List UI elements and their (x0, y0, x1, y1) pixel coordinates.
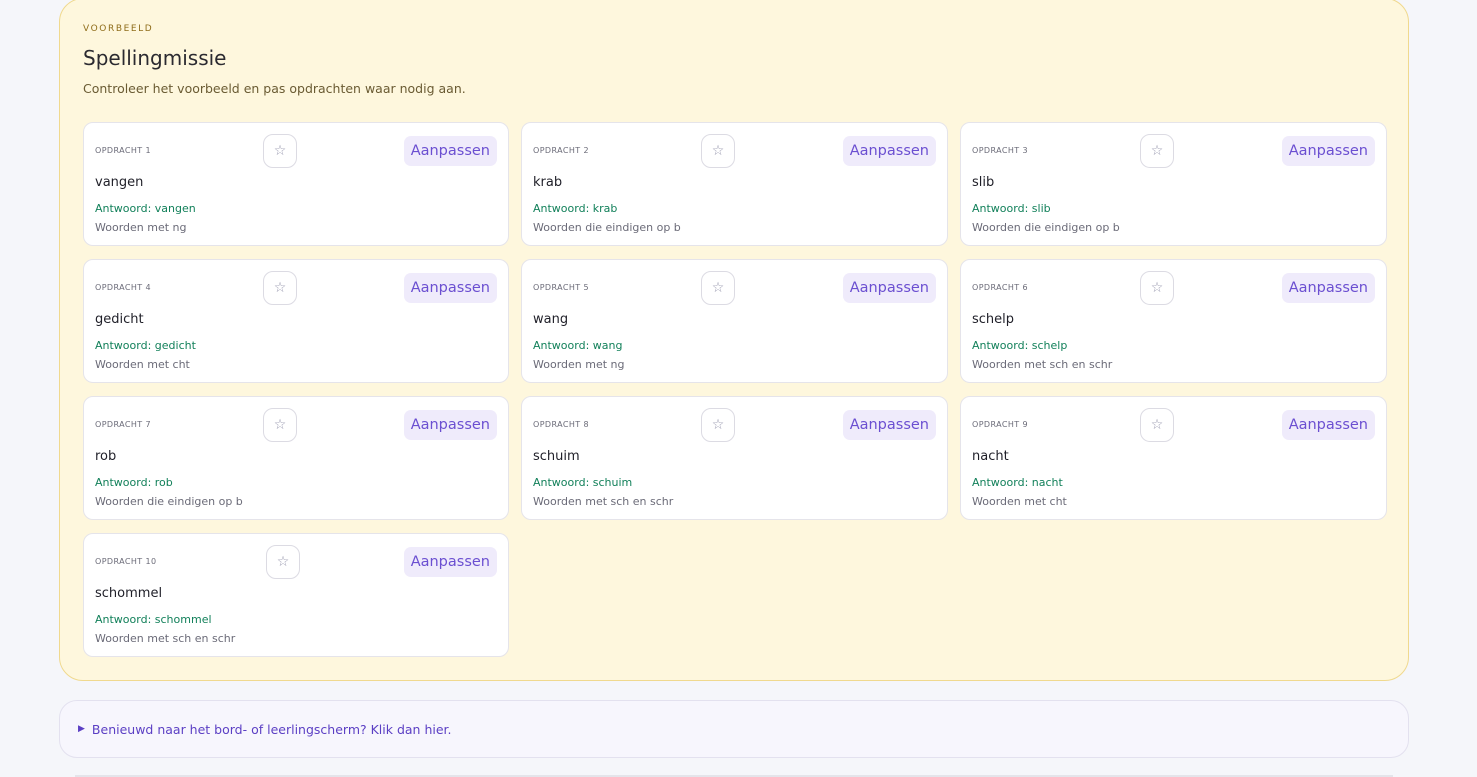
task-answer: Antwoord: vangen (95, 202, 196, 215)
favorite-button[interactable]: ☆ (266, 545, 300, 579)
task-category: Woorden die eindigen op b (533, 221, 681, 234)
favorite-button[interactable]: ☆ (263, 271, 297, 305)
task-card: OPDRACHT 4 ☆ Aanpassen gedicht Antwoord: ged… (83, 259, 509, 383)
star-icon: ☆ (276, 554, 290, 570)
favorite-button[interactable]: ☆ (263, 134, 297, 168)
task-number: OPDRACHT 10 (95, 557, 157, 566)
star-icon: ☆ (1150, 417, 1164, 433)
task-category: Woorden met cht (95, 358, 190, 371)
page-subtitle: Controleer het voorbeeld en pas opdracht… (83, 81, 466, 96)
star-icon: ☆ (711, 143, 725, 159)
task-category: Woorden met sch en schr (533, 495, 674, 508)
favorite-button[interactable]: ☆ (1140, 408, 1174, 442)
star-icon: ☆ (711, 280, 725, 296)
task-answer: Antwoord: gedicht (95, 339, 196, 352)
favorite-button[interactable]: ☆ (701, 408, 735, 442)
task-card: OPDRACHT 5 ☆ Aanpassen wang Antwoord: wang Wo… (521, 259, 948, 383)
task-number: OPDRACHT 1 (95, 146, 151, 155)
page-title: Spellingmissie (83, 46, 227, 70)
star-icon: ☆ (711, 417, 725, 433)
edit-button[interactable]: Aanpassen (842, 136, 936, 166)
favorite-button[interactable]: ☆ (701, 271, 735, 305)
task-category: Woorden met cht (972, 495, 1067, 508)
edit-button[interactable]: Aanpassen (1281, 273, 1375, 303)
star-icon: ☆ (273, 280, 287, 296)
edit-button[interactable]: Aanpassen (403, 547, 497, 577)
task-word: slib (972, 175, 995, 190)
edit-button[interactable]: Aanpassen (842, 273, 936, 303)
task-card: OPDRACHT 3 ☆ Aanpassen slib Antwoord: slib Wo… (960, 122, 1387, 246)
task-word: gedicht (95, 312, 144, 327)
task-card-grid: OPDRACHT 1 ☆ Aanpassen vangen Antwoord: vang… (83, 122, 1387, 657)
task-card: OPDRACHT 10 ☆ Aanpassen schommel Antwoord: s… (83, 533, 509, 657)
task-word: krab (533, 175, 563, 190)
task-word: schuim (533, 449, 580, 464)
task-word: rob (95, 449, 117, 464)
task-word: vangen (95, 175, 144, 190)
edit-button[interactable]: Aanpassen (1281, 136, 1375, 166)
task-number: OPDRACHT 2 (533, 146, 589, 155)
task-card: OPDRACHT 6 ☆ Aanpassen schelp Antwoord: sche… (960, 259, 1387, 383)
task-answer: Antwoord: krab (533, 202, 618, 215)
task-word: schommel (95, 586, 163, 601)
task-category: Woorden met ng (95, 221, 187, 234)
task-word: wang (533, 312, 569, 327)
task-category: Woorden die eindigen op b (972, 221, 1120, 234)
preview-eyebrow: VOORBEELD (83, 24, 154, 34)
task-card: OPDRACHT 2 ☆ Aanpassen krab Antwoord: krab Wo… (521, 122, 948, 246)
favorite-button[interactable]: ☆ (263, 408, 297, 442)
task-answer: Antwoord: slib (972, 202, 1051, 215)
task-card: OPDRACHT 9 ☆ Aanpassen nacht Antwoord: nacht… (960, 396, 1387, 520)
favorite-button[interactable]: ☆ (1140, 271, 1174, 305)
task-answer: Antwoord: nacht (972, 476, 1063, 489)
task-category: Woorden die eindigen op b (95, 495, 243, 508)
star-icon: ☆ (273, 143, 287, 159)
favorite-button[interactable]: ☆ (1140, 134, 1174, 168)
task-number: OPDRACHT 5 (533, 283, 589, 292)
task-number: OPDRACHT 8 (533, 420, 589, 429)
favorite-button[interactable]: ☆ (701, 134, 735, 168)
task-category: Woorden met sch en schr (95, 632, 236, 645)
caret-right-icon: ▶ (78, 724, 85, 734)
details-toggle-label: Benieuwd naar het bord- of leerlingscher… (91, 721, 452, 737)
edit-button[interactable]: Aanpassen (403, 273, 497, 303)
task-card: OPDRACHT 7 ☆ Aanpassen rob Antwoord: rob Woor… (83, 396, 509, 520)
task-answer: Antwoord: schommel (95, 613, 212, 626)
task-number: OPDRACHT 4 (95, 283, 151, 292)
preview-panel: VOORBEELD Spellingmissie Controleer het … (59, 0, 1409, 681)
task-word: nacht (972, 449, 1009, 464)
edit-button[interactable]: Aanpassen (403, 136, 497, 166)
task-card: OPDRACHT 1 ☆ Aanpassen vangen Antwoord: vang… (83, 122, 509, 246)
edit-button[interactable]: Aanpassen (842, 410, 936, 440)
edit-button[interactable]: Aanpassen (1281, 410, 1375, 440)
task-answer: Antwoord: wang (533, 339, 623, 352)
task-card: OPDRACHT 8 ☆ Aanpassen schuim Antwoord: schu… (521, 396, 948, 520)
task-category: Woorden met ng (533, 358, 625, 371)
task-answer: Antwoord: rob (95, 476, 173, 489)
star-icon: ☆ (1150, 280, 1164, 296)
task-number: OPDRACHT 7 (95, 420, 151, 429)
star-icon: ☆ (1150, 143, 1164, 159)
task-answer: Antwoord: schelp (972, 339, 1068, 352)
task-number: OPDRACHT 9 (972, 420, 1028, 429)
task-word: schelp (972, 312, 1015, 327)
edit-button[interactable]: Aanpassen (403, 410, 497, 440)
star-icon: ☆ (273, 417, 287, 433)
task-number: OPDRACHT 3 (972, 146, 1028, 155)
task-answer: Antwoord: schuim (533, 476, 633, 489)
task-number: OPDRACHT 6 (972, 283, 1028, 292)
screen-details-toggle[interactable]: ▶ Benieuwd naar het bord- of leerlingsch… (59, 700, 1409, 758)
task-category: Woorden met sch en schr (972, 358, 1113, 371)
